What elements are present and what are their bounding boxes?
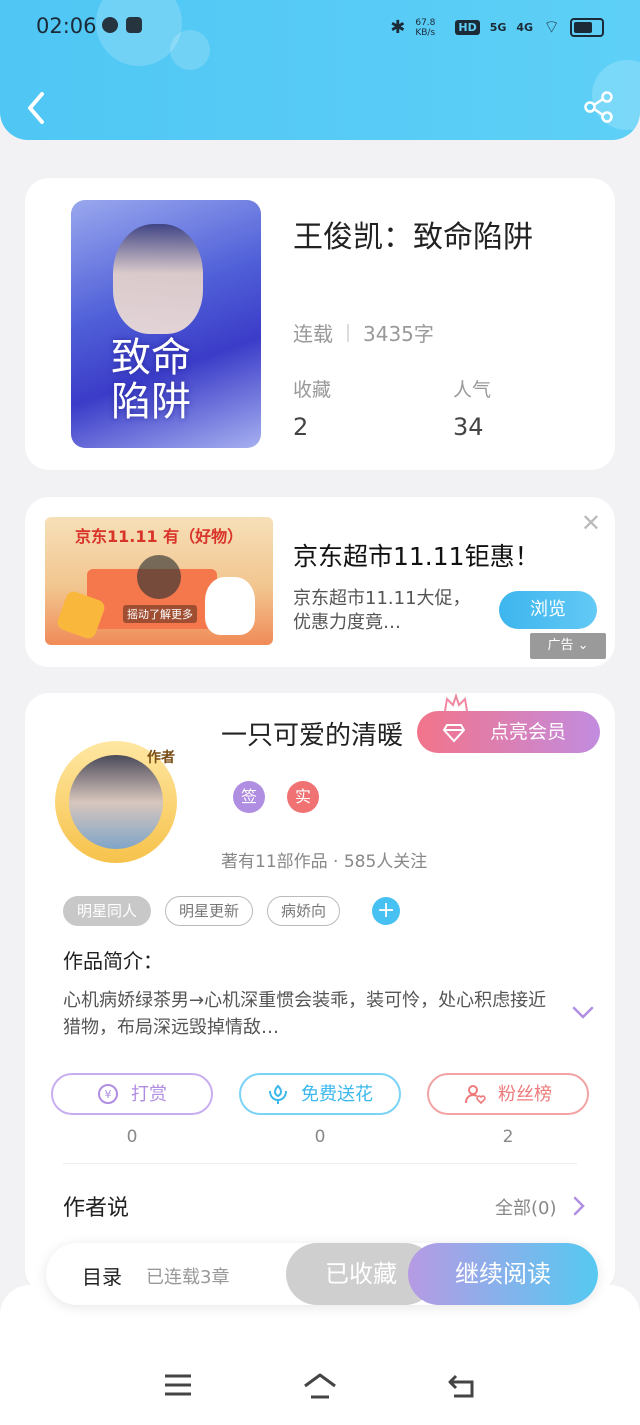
reward-button[interactable]: ¥ 打赏 [51,1073,213,1115]
tag-item[interactable]: 明星更新 [165,896,254,926]
svg-text:¥: ¥ [105,1088,112,1101]
status-time: 02:06 [36,14,97,38]
bluetooth-icon: ✱ [390,17,406,38]
ad-image-text: 京东11.11 有（好物） [75,527,244,546]
return-icon[interactable] [448,1372,478,1400]
author-say-label: 作者说 [63,1196,130,1221]
verified-badge: 实 [287,781,319,813]
coin-icon: ¥ [98,1084,118,1104]
ad-description: 京东超市11.11大促，优惠力度竟… [293,588,471,633]
book-info-card: 致命陷阱 王俊凯：致命陷阱 连载 3435字 收藏 2 人气 34 [25,178,615,470]
flower-label: 免费送花 [301,1084,373,1105]
divider [63,1163,577,1164]
table-of-contents-button[interactable]: 目录 [82,1261,122,1290]
user-heart-icon [465,1085,486,1105]
book-title: 王俊凯：致命陷阱 [293,220,533,255]
author-avatar-tag: 作者 [147,750,175,766]
status-right-icons: ✱ 67.8 KB/s HD 5G 4G ⌔ [390,16,604,39]
popularity-value: 34 [453,413,484,441]
signed-badge: 签 [233,781,265,813]
decor-bubble [96,0,182,66]
cover-portrait [113,224,203,334]
ad-title: 京东超市11.11钜惠！ [293,542,540,571]
cover-title: 致命陷阱 [111,335,191,425]
popularity-label: 人气 [453,379,492,401]
decor-bubble [170,30,210,70]
intro-text: 心机病娇绿茶男→心机深重惯会装乖，装可怜，处心积虑接近猎物，布局深远毁掉情敌… [63,990,547,1038]
favorites-value: 2 [293,413,309,441]
battery-icon [570,18,604,37]
author-name[interactable]: 一只可爱的清暖 [221,715,403,752]
notification-icon [102,17,118,33]
word-count: 3435字 [363,322,434,346]
vip-button[interactable]: 点亮会员 [417,711,600,753]
bottom-action-bar: 目录 已连载3章 已收藏 继续阅读 [46,1243,598,1305]
book-status-row: 连载 3435字 [293,318,434,347]
flower-icon [269,1084,287,1104]
chevron-down-icon[interactable] [571,1005,595,1021]
bottom-panel [0,1285,640,1425]
net-speed: 67.8 KB/s [415,17,436,38]
continue-reading-button[interactable]: 继续阅读 [408,1243,598,1305]
tag-item[interactable]: 明星同人 [63,896,152,926]
chevron-down-icon: ⌄ [577,638,589,653]
app-header: 02:06 ✱ 67.8 KB/s HD 5G 4G ⌔ [0,0,640,140]
signal-4g-icon: 4G [516,21,534,34]
ad-badge[interactable]: 广告 ⌄ [530,633,606,659]
ad-card[interactable]: 京东11.11 有（好物） 摇动了解更多 京东超市11.11钜惠！ 京东超市11… [25,497,615,667]
divider [347,323,349,342]
author-avatar-frame[interactable]: 作者 [55,741,177,863]
diamond-icon [443,724,465,743]
author-stats: 著有11部作品 · 585人关注 [221,852,428,872]
favorites-label: 收藏 [293,379,332,401]
send-flower-button[interactable]: 免费送花 [239,1073,401,1115]
ad-browse-button[interactable]: 浏览 [499,591,597,629]
ad-image-hint: 摇动了解更多 [123,605,197,623]
status-left-icons [102,17,142,33]
avatar [69,755,163,849]
shake-phone-icon [137,555,181,599]
ad-badge-label: 广告 [547,638,574,653]
home-icon[interactable] [302,1372,338,1400]
tag-item[interactable]: 病娇向 [267,896,341,926]
author-card: 作者 一只可爱的清暖 点亮会员 签 实 著有11部作品 · 585人关注 明星同… [25,693,615,1293]
signal-5g-icon: 5G [489,21,507,34]
ad-image[interactable]: 京东11.11 有（好物） 摇动了解更多 [45,517,273,645]
book-cover[interactable]: 致命陷阱 [71,200,261,448]
wifi-icon: ⌔ [543,17,560,38]
serial-info[interactable]: 已连载3章 [146,1263,229,1289]
close-icon[interactable]: ✕ [581,509,601,537]
back-arrow-icon[interactable] [22,88,52,128]
menu-icon[interactable] [164,1372,192,1398]
reward-label: 打赏 [131,1084,167,1105]
chevron-right-icon[interactable] [573,1196,585,1216]
serial-status: 连载 [293,322,333,346]
share-icon[interactable] [582,90,616,124]
vip-button-label: 点亮会员 [490,721,567,743]
hd-icon: HD [455,20,480,35]
fans-count: 2 [502,1127,514,1147]
fans-label: 粉丝榜 [498,1084,552,1105]
author-say-all-link[interactable]: 全部(0) [495,1194,557,1220]
reward-count: 0 [126,1127,138,1147]
message-icon [126,17,142,33]
intro-label: 作品简介： [63,949,163,973]
flower-count: 0 [314,1127,326,1147]
add-tag-button[interactable]: + [372,897,401,925]
fans-rank-button[interactable]: 粉丝榜 [427,1073,589,1115]
tag-list: 明星同人 明星更新 病娇向 + [63,896,401,926]
ad-mascot [205,577,255,635]
